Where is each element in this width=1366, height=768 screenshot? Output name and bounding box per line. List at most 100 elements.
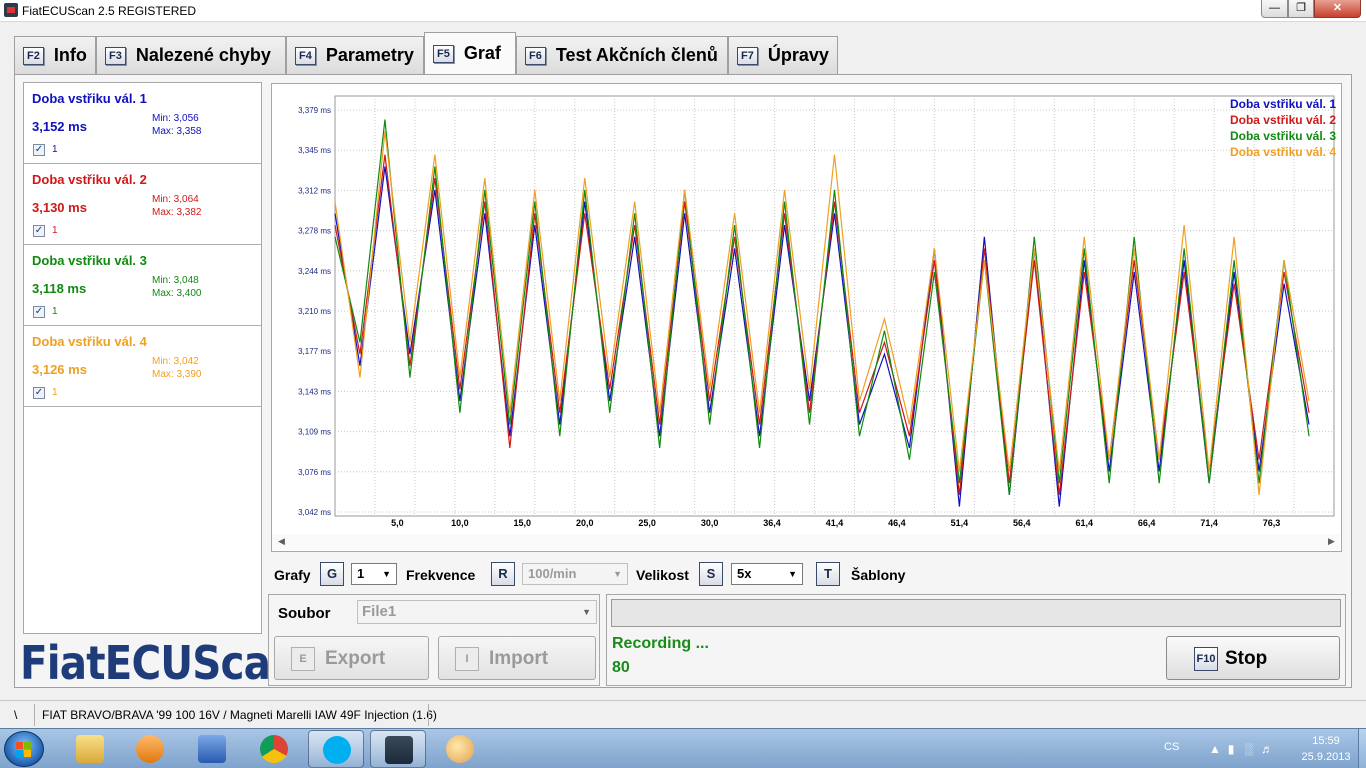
sensor-card-3[interactable]: Doba vstřiku vál. 3 3,118 ms Min: 3,048 … (24, 245, 261, 326)
sensor-checkbox[interactable]: ✓ (33, 387, 45, 399)
tab-key: F4 (295, 46, 316, 65)
y-tick-label: 3,278 ms (298, 227, 331, 236)
recording-status: Recording ... (612, 635, 709, 652)
window-title: FiatECUScan 2.5 REGISTERED (22, 4, 197, 18)
taskbar-fiatecuscan[interactable] (370, 730, 426, 768)
tab-key: F2 (23, 46, 44, 65)
velikost-key[interactable]: S (699, 562, 723, 586)
fiatecuscan-logo: FiatECUScan (20, 636, 299, 690)
scroll-left-icon[interactable]: ◀ (278, 536, 285, 547)
y-tick-label: 3,109 ms (298, 428, 331, 437)
taskbar-chrome[interactable] (246, 730, 302, 768)
grafy-key[interactable]: G (320, 562, 344, 586)
y-tick-label: 3,345 ms (298, 146, 331, 155)
volume-icon[interactable]: ♬ (1260, 742, 1274, 756)
sensor-max: Max: 3,400 (152, 288, 202, 299)
velikost-select-value: 5x (737, 566, 752, 581)
x-tick-label: 76,3 (1263, 518, 1281, 528)
import-label: Import (489, 648, 549, 669)
sensor-max: Max: 3,390 (152, 369, 202, 380)
x-tick-label: 51,4 (951, 518, 969, 528)
taskbar: CS ▲ ▮ ░ ♬ 15:59 25.9.2013 (0, 728, 1366, 768)
y-tick-label: 3,379 ms (298, 106, 331, 115)
sensor-list: Doba vstřiku vál. 1 3,152 ms Min: 3,056 … (23, 82, 262, 634)
stop-button[interactable]: F10 Stop (1166, 636, 1340, 680)
grafy-select-value: 1 (357, 566, 365, 581)
clock-time[interactable]: 15:59 (1304, 735, 1348, 747)
recording-count: 80 (612, 659, 630, 676)
tab-test-akcnich-clenu[interactable]: F6 Test Akčních členů (516, 36, 728, 74)
sensor-checkbox[interactable]: ✓ (33, 144, 45, 156)
sensor-checkbox-label: 1 (52, 387, 58, 398)
x-tick-label: 56,4 (1013, 518, 1031, 528)
minimize-icon: — (1269, 2, 1280, 14)
language-indicator[interactable]: CS (1164, 741, 1179, 753)
sensor-card-1[interactable]: Doba vstřiku vál. 1 3,152 ms Min: 3,056 … (24, 83, 261, 164)
taskbar-explorer[interactable] (62, 730, 118, 768)
sablony-key[interactable]: T (816, 562, 840, 586)
show-desktop-button[interactable] (1358, 729, 1366, 768)
tab-parametry[interactable]: F4 Parametry (286, 36, 424, 74)
skype-icon (323, 736, 351, 764)
close-button[interactable]: ✕ (1314, 0, 1361, 18)
file-group: Soubor File1 ▼ E Export I Import (268, 594, 600, 686)
sensor-checkbox-label: 1 (52, 144, 58, 155)
app-logo-icon (4, 3, 18, 17)
taskbar-paint[interactable] (432, 730, 488, 768)
graph-horizontal-scrollbar[interactable]: ◀ ▶ (272, 534, 1340, 550)
tab-graf[interactable]: F5 Graf (424, 32, 516, 74)
maximize-button[interactable]: ❐ (1288, 0, 1314, 18)
file-select[interactable]: File1 ▼ (357, 600, 597, 624)
sensor-min: Min: 3,048 (152, 275, 199, 286)
maximize-icon: ❐ (1296, 2, 1306, 14)
sensor-name: Doba vstřiku vál. 1 (32, 91, 147, 106)
tab-info[interactable]: F2 Info (14, 36, 96, 74)
sensor-checkbox[interactable]: ✓ (33, 225, 45, 237)
frekvence-key[interactable]: R (491, 562, 515, 586)
export-button[interactable]: E Export (274, 636, 429, 680)
import-button[interactable]: I Import (438, 636, 596, 680)
legend-entry: Doba vstřiku vál. 2 (1230, 113, 1336, 127)
frekvence-select[interactable]: 100/min ▼ (522, 563, 628, 585)
chevron-down-icon: ▼ (613, 569, 622, 579)
sensor-checkbox[interactable]: ✓ (33, 306, 45, 318)
sablony-label[interactable]: Šablony (851, 567, 905, 583)
explorer-icon (76, 735, 104, 763)
y-tick-label: 3,244 ms (298, 267, 331, 276)
sensor-value: 3,118 ms (32, 281, 87, 296)
sensor-min: Min: 3,064 (152, 194, 199, 205)
tab-key: F6 (525, 46, 546, 65)
x-tick-label: 15,0 (514, 518, 532, 528)
grafy-label: Grafy (274, 567, 311, 583)
taskbar-skype[interactable] (308, 730, 364, 768)
battery-icon[interactable]: ▮ (1224, 742, 1238, 756)
windows-logo-icon (16, 742, 32, 758)
start-button[interactable] (4, 731, 44, 767)
sensor-max: Max: 3,358 (152, 126, 202, 137)
sensor-card-4[interactable]: Doba vstřiku vál. 4 3,126 ms Min: 3,042 … (24, 326, 261, 407)
frekvence-label: Frekvence (406, 567, 476, 583)
taskbar-app[interactable] (184, 730, 240, 768)
taskbar-media-player[interactable] (122, 730, 178, 768)
tab-key: F5 (433, 44, 454, 63)
sensor-checkbox-label: 1 (52, 306, 58, 317)
graph-chart: 3,042 ms 3,076 ms 3,109 ms 3,143 ms 3,177 ms… (298, 95, 1336, 528)
sensor-card-2[interactable]: Doba vstřiku vál. 2 3,130 ms Min: 3,064 … (24, 164, 261, 245)
title-bar: FiatECUScan 2.5 REGISTERED — ❐ ✕ (0, 0, 1366, 22)
legend-entry: Doba vstřiku vál. 3 (1230, 129, 1336, 143)
grafy-select[interactable]: 1 ▼ (351, 563, 397, 585)
fiatecuscan-icon (385, 736, 413, 764)
tab-upravy[interactable]: F7 Úpravy (728, 36, 838, 74)
scroll-right-icon[interactable]: ▶ (1328, 536, 1335, 547)
tab-nalezene-chyby[interactable]: F3 Nalezené chyby (96, 36, 286, 74)
minimize-button[interactable]: — (1261, 0, 1288, 18)
network-icon[interactable]: ░ (1242, 742, 1256, 756)
velikost-select[interactable]: 5x ▼ (731, 563, 803, 585)
chrome-icon (260, 735, 288, 763)
tray-expand-icon[interactable]: ▲ (1208, 742, 1222, 756)
x-tick-label: 46,4 (888, 518, 906, 528)
sensor-min: Min: 3,042 (152, 356, 199, 367)
x-tick-label: 10,0 (451, 518, 469, 528)
clock-date[interactable]: 25.9.2013 (1298, 751, 1354, 763)
tab-key: F7 (737, 46, 758, 65)
